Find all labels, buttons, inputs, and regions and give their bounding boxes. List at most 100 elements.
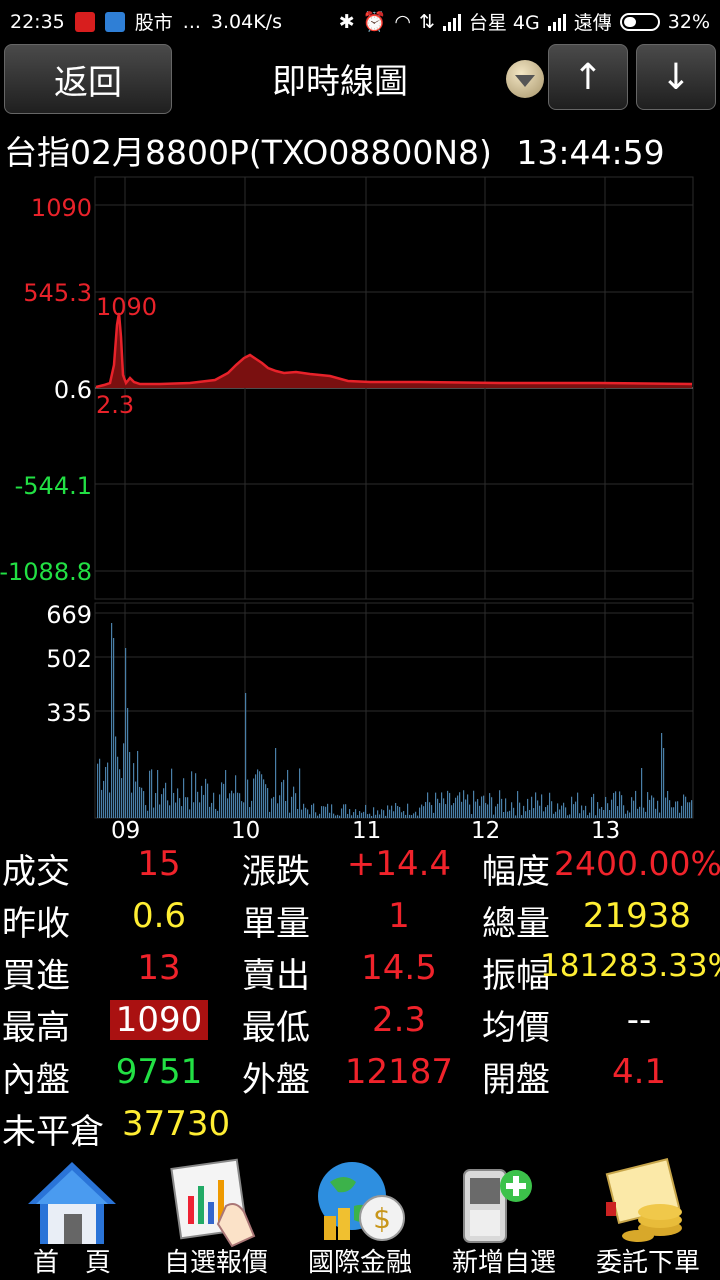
volume-bar — [605, 796, 607, 818]
nav-home[interactable]: 首 頁 — [0, 1150, 144, 1280]
volume-bar — [163, 788, 165, 818]
value-prev-close: 0.6 — [131, 896, 187, 936]
volume-bar — [323, 806, 325, 818]
volume-bar — [103, 780, 105, 818]
volume-bar — [685, 796, 687, 818]
volume-bar — [679, 812, 681, 818]
value-high: 1090 — [109, 1000, 209, 1040]
wifi-icon: ◠ — [394, 10, 411, 33]
bluetooth-icon: ✱ — [338, 10, 355, 33]
volume-bar — [221, 782, 223, 818]
previous-button[interactable]: ↑ — [548, 44, 628, 110]
volume-bar — [113, 638, 115, 818]
volume-bar — [165, 782, 167, 818]
volume-bar — [281, 782, 283, 818]
volume-bar — [561, 805, 563, 818]
volume-bar — [541, 794, 543, 818]
volume-bar — [179, 798, 181, 818]
volume-bar — [381, 809, 383, 818]
volume-y-label-3: 335 — [46, 699, 92, 727]
volume-bar — [177, 788, 179, 818]
value-avg-price: -- — [626, 1000, 652, 1040]
volume-bar — [521, 815, 523, 818]
volume-bar — [203, 794, 205, 818]
watchlist-chart-icon — [170, 1158, 256, 1248]
label-ask: 賣出 — [242, 956, 310, 996]
volume-bar — [659, 812, 661, 818]
alarm-icon: ⏰ — [362, 11, 387, 33]
stats-row-6: 未平倉 37730 — [0, 1104, 720, 1156]
volume-bar — [171, 768, 173, 818]
add-phone-icon — [463, 1169, 532, 1243]
instrument-time: 13:44:59 — [516, 133, 665, 172]
back-button[interactable]: 返回 — [4, 44, 172, 114]
volume-bar — [207, 783, 209, 818]
volume-bar — [531, 796, 533, 818]
label-outer: 外盤 — [242, 1060, 310, 1100]
volume-bar — [503, 811, 505, 818]
volume-bar — [495, 806, 497, 818]
value-amplitude: 181283.33% — [540, 948, 720, 984]
volume-bar — [321, 806, 323, 818]
volume-bar — [331, 804, 333, 818]
volume-bar — [395, 802, 397, 818]
next-button[interactable]: ↓ — [636, 44, 716, 110]
volume-bar — [99, 758, 101, 818]
volume-bar — [247, 779, 249, 818]
volume-bar — [107, 762, 109, 818]
volume-bar — [335, 815, 337, 818]
nav-intl-finance[interactable]: $ 國際金融 — [288, 1150, 432, 1280]
volume-bar — [545, 807, 547, 818]
volume-bar — [111, 623, 113, 818]
price-y-label-4: -544.1 — [14, 472, 92, 500]
volume-bar — [303, 803, 305, 818]
volume-bar — [553, 813, 555, 818]
volume-bar — [195, 773, 197, 818]
value-total-volume: 21938 — [582, 896, 692, 936]
volume-grid — [94, 602, 694, 819]
label-inner: 內盤 — [2, 1060, 70, 1100]
volume-bar — [341, 808, 343, 818]
volume-bar — [101, 789, 103, 818]
nav-order[interactable]: 委託下單 — [576, 1150, 720, 1280]
volume-bar — [511, 802, 513, 818]
volume-bar — [491, 797, 493, 818]
nav-watchlist[interactable]: 自選報價 — [144, 1150, 288, 1280]
volume-y-label-2: 502 — [46, 645, 92, 673]
dropdown-button[interactable] — [506, 60, 544, 98]
volume-bar — [201, 785, 203, 818]
volume-bar — [211, 802, 213, 818]
nav-add-watchlist[interactable]: 新增自選 — [432, 1150, 576, 1280]
nav-home-label: 首 頁 — [32, 1248, 111, 1278]
volume-bar — [401, 812, 403, 818]
chart-canvas[interactable] — [0, 175, 720, 845]
volume-bar — [115, 736, 117, 818]
volume-bar — [615, 791, 617, 818]
volume-bar — [417, 815, 419, 818]
volume-bar — [231, 790, 233, 818]
volume-bar — [619, 791, 621, 818]
network-speed: 3.04K/s — [210, 10, 282, 33]
volume-bar — [311, 804, 313, 818]
label-low: 最低 — [242, 1008, 310, 1048]
volume-bar — [297, 808, 299, 818]
volume-bar — [355, 809, 357, 818]
nav-watchlist-label: 自選報價 — [163, 1248, 268, 1278]
value-outer: 12187 — [344, 1052, 454, 1092]
volume-bar — [365, 804, 367, 818]
volume-bar — [253, 778, 255, 818]
volume-bar — [543, 811, 545, 818]
volume-bar — [317, 815, 319, 818]
bottom-nav: 首 頁 自選報價 $ 國際金融 新增自選 委託下單 — [0, 1150, 720, 1280]
x-label-12: 12 — [471, 818, 501, 844]
volume-bar — [337, 814, 339, 818]
volume-bar — [119, 769, 121, 818]
volume-bar — [645, 811, 647, 818]
volume-bar — [673, 807, 675, 818]
volume-bar — [459, 792, 461, 818]
volume-bar — [551, 801, 553, 818]
volume-bar — [641, 768, 643, 818]
volume-bar — [173, 792, 175, 818]
x-label-13: 13 — [591, 818, 621, 844]
volume-bar — [97, 763, 99, 818]
